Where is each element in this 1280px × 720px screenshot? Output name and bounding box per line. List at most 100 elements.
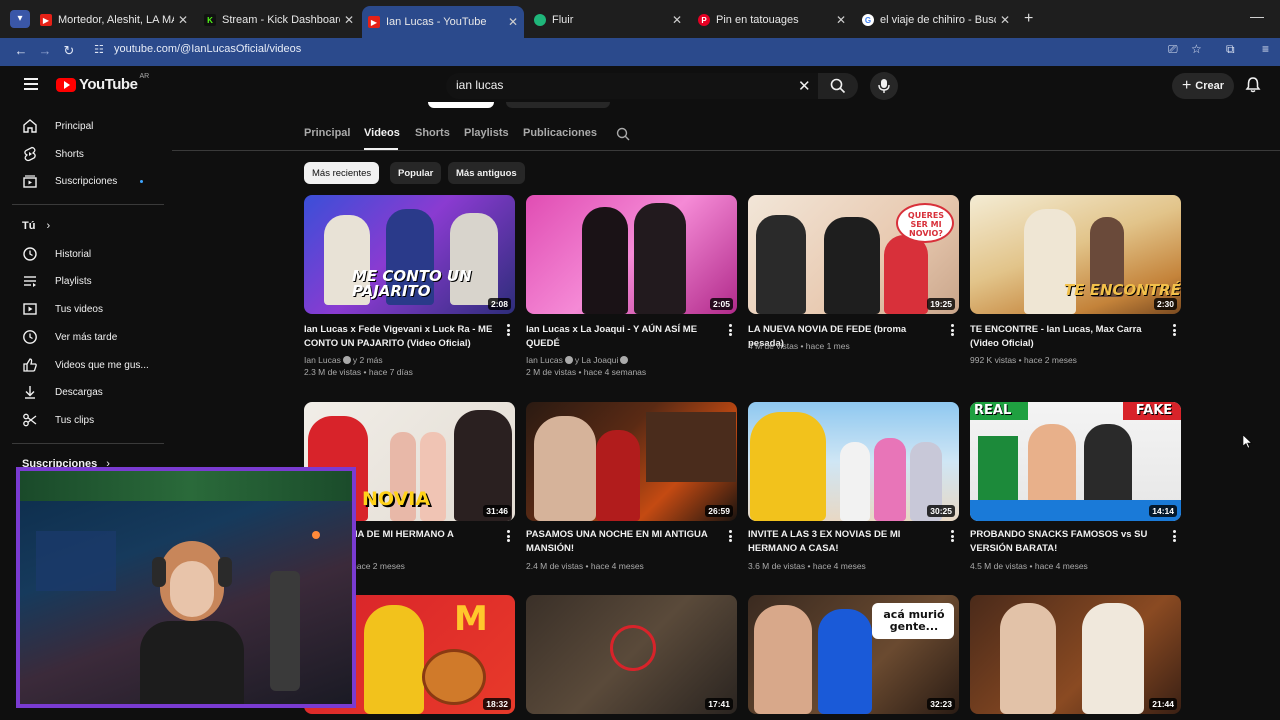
sidebar-item-label: Ver más tarde xyxy=(55,331,118,343)
tab-publicaciones[interactable]: Publicaciones xyxy=(523,127,597,139)
youtube-icon: ▶ xyxy=(40,14,52,26)
notifications-bell-icon[interactable] xyxy=(1244,76,1262,94)
browser-tab-5[interactable]: P Pin en tatouages ✕ xyxy=(692,8,852,32)
thumbnail-text: TE ENCONTRÉ xyxy=(1064,281,1181,299)
browser-tab-4[interactable]: Fluir ✕ xyxy=(528,8,688,32)
create-button[interactable]: + Crear xyxy=(1172,73,1234,99)
video-thumbnail[interactable]: TE ENCONTRÉ 2:30 xyxy=(970,195,1181,314)
video-menu-icon[interactable] xyxy=(951,324,955,336)
thumbnail-person xyxy=(756,215,806,314)
search-button[interactable] xyxy=(818,73,858,99)
video-stats: 4 M de vistas • hace 1 mes xyxy=(748,341,850,351)
tab-title: Stream - Kick Dashboard xyxy=(222,14,340,26)
thumbnail-person xyxy=(750,412,826,521)
sidebar-item-tus-clips[interactable]: Tus clips xyxy=(0,407,170,433)
channel-action-button-edge[interactable] xyxy=(506,102,610,108)
video-thumbnail[interactable]: 17:41 xyxy=(526,595,737,714)
url-field[interactable]: youtube.com/@IanLucasOficial/videos xyxy=(114,43,301,55)
sidebar-item-videos-que-me-gustan[interactable]: Videos que me gus... xyxy=(0,352,170,378)
chip-mas-recientes[interactable]: Más recientes xyxy=(304,162,380,184)
video-thumbnail[interactable]: ME CONTO UN PAJARITO 2:08 xyxy=(304,195,515,314)
clips-icon xyxy=(23,413,37,427)
site-info-icon[interactable]: ☷ xyxy=(94,43,104,56)
new-tab-icon[interactable]: + xyxy=(1024,10,1033,28)
sidebar-item-suscripciones[interactable]: Suscripciones xyxy=(0,168,170,194)
side-panel-icon[interactable]: ≡ xyxy=(1262,42,1269,56)
video-menu-icon[interactable] xyxy=(507,324,511,336)
sidebar-you-heading[interactable]: Tú › xyxy=(22,220,50,232)
video-menu-icon[interactable] xyxy=(729,530,733,542)
browser-tab-6[interactable]: G el viaje de chihiro - Buscar con... ✕ xyxy=(856,8,1016,32)
sidebar-item-principal[interactable]: Principal xyxy=(0,113,170,139)
sidebar-item-tus-videos[interactable]: Tus videos xyxy=(0,296,170,322)
video-title[interactable]: Ian Lucas x La Joaqui - Y AÚN ASÍ ME QUE… xyxy=(526,323,716,351)
tab-shorts[interactable]: Shorts xyxy=(415,127,450,139)
close-tab-icon[interactable]: ✕ xyxy=(1000,13,1010,27)
close-tab-icon[interactable]: ✕ xyxy=(508,15,518,29)
back-icon[interactable]: ← xyxy=(12,42,30,60)
tab-playlists[interactable]: Playlists xyxy=(464,127,509,139)
video-thumbnail[interactable]: acá murió gente... 32:23 xyxy=(748,595,959,714)
sidebar-item-label: Principal xyxy=(55,120,94,132)
browser-tab-2[interactable]: K Stream - Kick Dashboard ✕ xyxy=(198,8,360,32)
video-menu-icon[interactable] xyxy=(1173,324,1177,336)
thumbnail-person xyxy=(1000,603,1056,714)
video-title[interactable]: PASAMOS UNA NOCHE EN MI ANTIGUA MANSIÓN! xyxy=(526,528,716,556)
browser-tab-1[interactable]: ▶ Mortedor, Aleshit, LA MAFIA C... ✕ xyxy=(34,8,194,32)
voice-search-button[interactable] xyxy=(870,72,898,100)
video-duration: 31:46 xyxy=(483,505,511,517)
sidebar-item-ver-mas-tarde[interactable]: Ver más tarde xyxy=(0,324,170,350)
logo-region: AR xyxy=(139,73,150,80)
thumbnail-snack xyxy=(978,436,1018,506)
channel-search-icon[interactable] xyxy=(616,127,630,141)
video-menu-icon[interactable] xyxy=(507,530,511,542)
video-thumbnail[interactable]: 26:59 xyxy=(526,402,737,521)
clear-search-icon[interactable]: ✕ xyxy=(798,77,811,95)
search-input[interactable] xyxy=(456,78,786,92)
video-title[interactable]: TE ENCONTRE - Ian Lucas, Max Carra (Vide… xyxy=(970,323,1160,351)
video-age: hace 2 meses xyxy=(1024,355,1077,365)
tab-principal[interactable]: Principal xyxy=(304,127,350,139)
thumbnail-mansion xyxy=(646,412,736,482)
video-thumbnail[interactable]: REAL FAKE 14:14 xyxy=(970,402,1181,521)
watch-later-icon xyxy=(23,330,37,344)
sidebar-item-shorts[interactable]: Shorts xyxy=(0,141,170,167)
menu-icon[interactable] xyxy=(24,78,38,90)
browser-tab-bar: ▾ ▶ Mortedor, Aleshit, LA MAFIA C... ✕ K… xyxy=(0,0,1280,38)
video-thumbnail[interactable]: 2:05 xyxy=(526,195,737,314)
thumbnail-circle-highlight xyxy=(610,625,656,671)
bookmark-star-icon[interactable]: ☆ xyxy=(1191,42,1202,56)
install-app-icon[interactable]: ⎚ xyxy=(1168,42,1178,57)
close-tab-icon[interactable]: ✕ xyxy=(344,13,354,27)
video-title[interactable]: INVITE A LAS 3 EX NOVIAS DE MI HERMANO A… xyxy=(748,528,938,556)
video-duration: 17:41 xyxy=(705,698,733,710)
video-thumbnail[interactable]: 30:25 xyxy=(748,402,959,521)
video-title[interactable]: PROBANDO SNACKS FAMOSOS vs SU VERSIÓN BA… xyxy=(970,528,1160,556)
video-thumbnail[interactable]: 21:44 xyxy=(970,595,1181,714)
close-tab-icon[interactable]: ✕ xyxy=(672,13,682,27)
video-menu-icon[interactable] xyxy=(1173,530,1177,542)
sidebar-item-historial[interactable]: Historial xyxy=(0,241,170,267)
tab-videos[interactable]: Videos xyxy=(364,127,400,139)
extensions-icon[interactable]: ⧉ xyxy=(1226,42,1235,57)
youtube-logo[interactable]: YouTube AR xyxy=(56,73,150,93)
forward-icon[interactable]: → xyxy=(36,42,54,60)
reload-icon[interactable]: ↻ xyxy=(60,42,78,60)
video-thumbnail[interactable]: QUERES SER MI NOVIO? 19:25 xyxy=(748,195,959,314)
video-menu-icon[interactable] xyxy=(729,324,733,336)
chip-popular[interactable]: Popular xyxy=(390,162,442,184)
thumbnail-person xyxy=(818,609,872,714)
tab-search-dropdown-icon[interactable]: ▾ xyxy=(10,10,30,28)
sidebar-item-playlists[interactable]: Playlists xyxy=(0,268,170,294)
minimize-window-icon[interactable]: — xyxy=(1250,8,1264,24)
browser-tab-3-active[interactable]: ▶ Ian Lucas - YouTube ✕ xyxy=(362,6,524,38)
sidebar-item-descargas[interactable]: Descargas xyxy=(0,379,170,405)
tab-title: Pin en tatouages xyxy=(716,14,799,26)
video-views: 3.6 M de vistas xyxy=(748,561,806,571)
channel-action-button-edge[interactable] xyxy=(428,102,494,108)
chip-mas-antiguos[interactable]: Más antiguos xyxy=(448,162,525,184)
close-tab-icon[interactable]: ✕ xyxy=(836,13,846,27)
close-tab-icon[interactable]: ✕ xyxy=(178,13,188,27)
video-title[interactable]: Ian Lucas x Fede Vigevani x Luck Ra - ME… xyxy=(304,323,494,351)
video-menu-icon[interactable] xyxy=(951,530,955,542)
